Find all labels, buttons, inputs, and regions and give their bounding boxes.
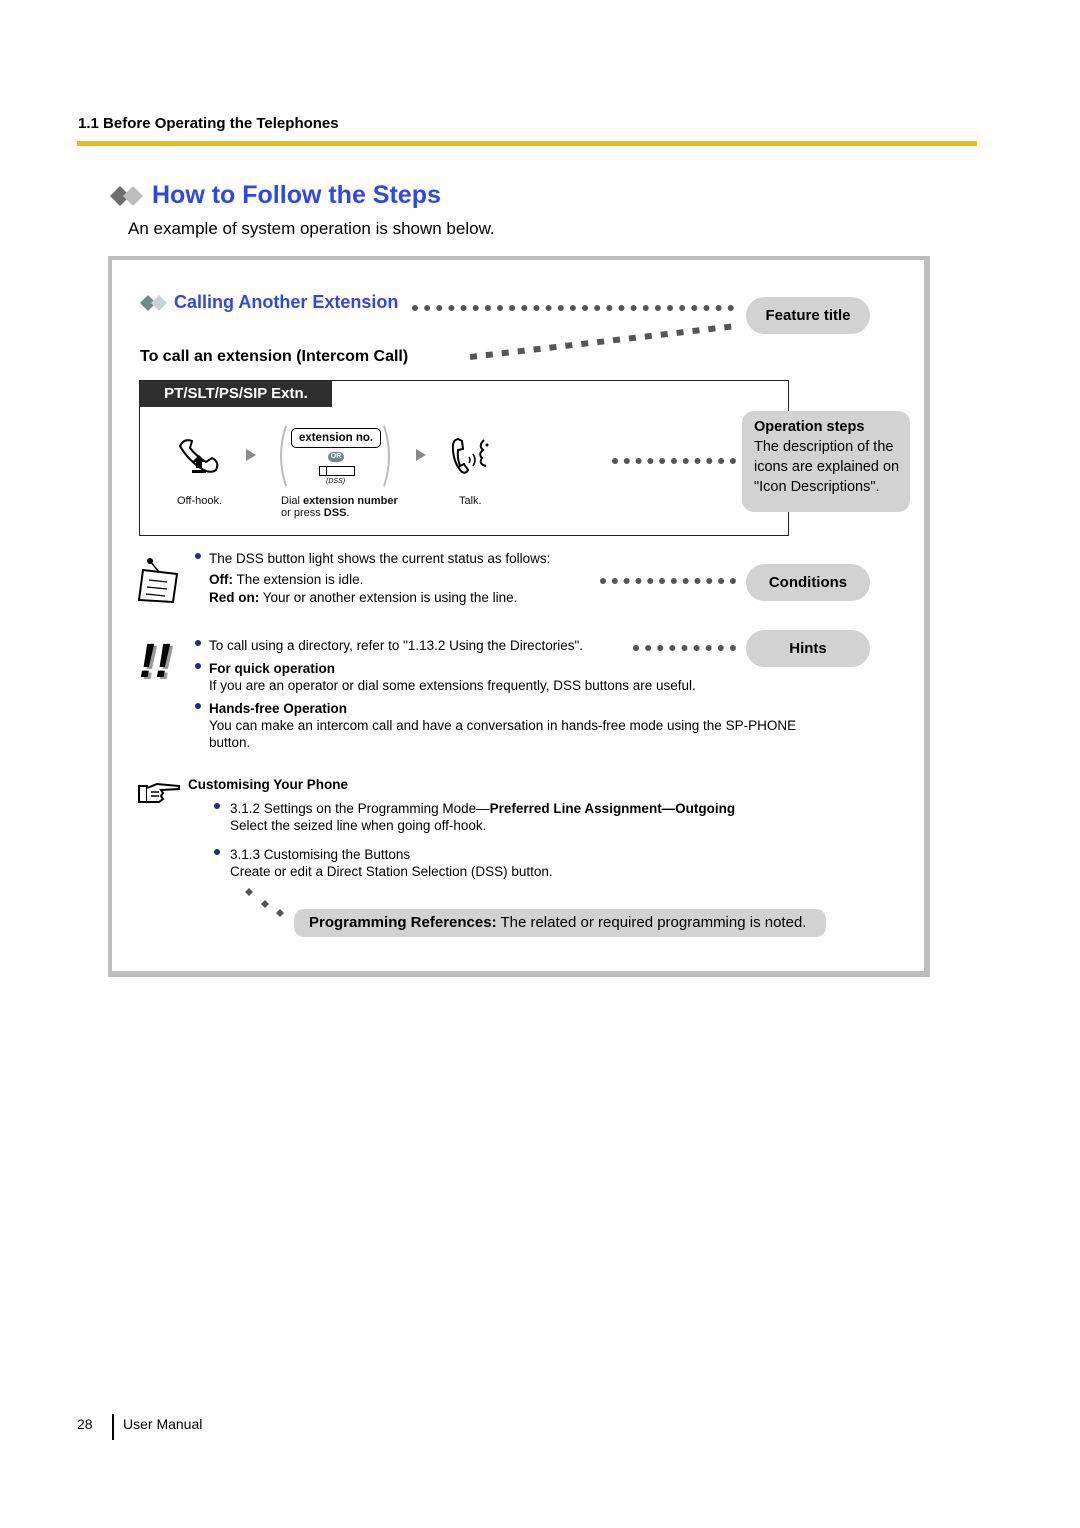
step-caption: Talk.	[459, 495, 482, 507]
hint-text: If you are an operator or dial some exte…	[209, 678, 696, 693]
bullet	[214, 849, 220, 855]
leader-line-diagonal	[469, 322, 738, 362]
callout-title: Operation steps	[754, 419, 865, 435]
caption-bold: DSS	[323, 507, 347, 519]
condition-item: Off: The extension is idle.	[209, 571, 363, 588]
or-badge: OR	[328, 452, 344, 462]
caption-text: .	[346, 507, 350, 519]
step-caption: Off-hook.	[177, 495, 223, 507]
condition-label: Off:	[209, 572, 233, 587]
caption-text: or press	[281, 507, 324, 519]
feature-title: Calling Another Extension	[174, 292, 399, 312]
callout-text: The related or required programming is n…	[496, 914, 807, 931]
customising-item: 3.1.3 Customising the Buttons	[230, 847, 411, 862]
sub-heading: To call an extension (Intercom Call)	[140, 348, 409, 365]
callout-label: Programming References:	[309, 914, 497, 931]
caption-bold: extension number	[303, 495, 398, 507]
bullet	[214, 803, 220, 809]
footer-divider	[112, 1414, 114, 1440]
leader-line	[412, 305, 734, 311]
extension-type-tab: PT/SLT/PS/SIP Extn.	[140, 381, 332, 407]
leader-line-diagonal	[244, 888, 286, 925]
callout-text: The description of the icons are explain…	[754, 439, 900, 495]
operation-steps-callout: Operation steps The description of the i…	[742, 411, 910, 512]
arrow-right-icon	[416, 449, 426, 461]
bullet	[195, 553, 201, 559]
header-rule	[77, 141, 977, 146]
page-number: 28	[77, 1416, 93, 1432]
condition-label: Red on:	[209, 590, 260, 605]
leader-line	[600, 578, 736, 584]
hint-text: To call using a directory, refer to "1.1…	[209, 638, 583, 653]
conditions-callout: Conditions	[746, 564, 870, 601]
hint-exclamation-icon: !!	[139, 635, 171, 688]
condition-item: Red on: Your or another extension is usi…	[209, 589, 517, 606]
hint-title: Hands-free Operation	[209, 701, 348, 716]
customising-desc: Create or edit a Direct Station Selectio…	[230, 864, 553, 879]
diamonds-icon	[110, 185, 143, 206]
memo-note-icon	[137, 556, 179, 611]
customising-item: 3.1.2 Settings on the Programming Mode—P…	[230, 800, 735, 817]
section-heading: 1.1 Before Operating the Telephones	[78, 115, 339, 132]
leader-line	[612, 458, 736, 464]
reference-bold: Preferred Line Assignment—Outgoing	[489, 801, 736, 816]
step-caption: Dial extension number or press DSS.	[281, 495, 398, 519]
talk-icon	[450, 436, 492, 481]
hint-text: You can make an intercom call and have a…	[209, 718, 797, 750]
conditions-intro: The DSS button light shows the current s…	[209, 551, 551, 566]
condition-text: Your or another extension is using the l…	[259, 590, 518, 605]
diamonds-icon	[140, 294, 167, 311]
leader-line	[633, 645, 736, 651]
bullet	[195, 663, 201, 669]
customising-heading: Customising Your Phone	[188, 777, 349, 792]
feature-title-callout: Feature title	[746, 297, 870, 334]
reference-text: 3.1.2 Settings on the Programming Mode—	[230, 801, 490, 816]
off-hook-icon	[176, 436, 224, 481]
hint-title: For quick operation	[209, 661, 336, 676]
programming-references-callout: Programming References: The related or r…	[294, 909, 826, 937]
page-title-row: How to Follow the Steps	[110, 181, 441, 210]
arrow-right-icon	[246, 449, 256, 461]
footer-label: User Manual	[123, 1416, 203, 1432]
intro-text: An example of system operation is shown …	[128, 219, 495, 238]
bullet	[195, 703, 201, 709]
dss-button-icon	[319, 466, 355, 476]
hints-callout: Hints	[746, 630, 870, 667]
pointing-hand-icon	[137, 780, 181, 811]
caption-text: Dial	[281, 495, 304, 507]
page-title: How to Follow the Steps	[152, 181, 441, 209]
bullet	[195, 640, 201, 646]
customising-desc: Select the seized line when going off-ho…	[230, 818, 487, 833]
dss-label: (DSS)	[326, 478, 346, 485]
extension-number-input: extension no.	[291, 428, 381, 448]
condition-text: The extension is idle.	[233, 572, 364, 587]
feature-title-row: Calling Another Extension	[140, 292, 398, 313]
